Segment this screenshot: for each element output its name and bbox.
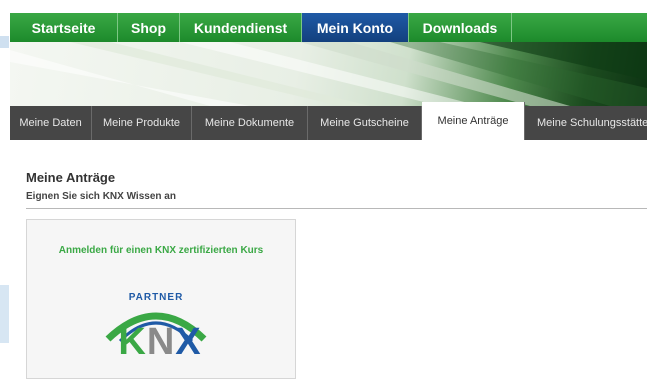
- register-course-link[interactable]: Anmelden für einen KNX zertifizierten Ku…: [27, 245, 295, 256]
- tab-meine-produkte[interactable]: Meine Produkte: [92, 106, 192, 140]
- banner-graphic: [10, 42, 647, 106]
- nav-mein-konto[interactable]: Mein Konto: [302, 13, 409, 42]
- logo-partner-text: PARTNER: [128, 292, 184, 303]
- page-title: Meine Anträge: [26, 170, 116, 185]
- tab-meine-daten[interactable]: Meine Daten: [10, 106, 92, 140]
- left-edge-accent: [0, 36, 9, 48]
- tab-meine-antraege[interactable]: Meine Anträge: [422, 102, 525, 140]
- tab-meine-dokumente[interactable]: Meine Dokumente: [192, 106, 308, 140]
- account-subtabs: Meine Daten Meine Produkte Meine Dokumen…: [10, 102, 647, 140]
- divider: [26, 208, 647, 209]
- knx-partner-logo-icon: PARTNER KNX: [100, 289, 230, 379]
- tab-meine-schulungsstaette[interactable]: Meine Schulungsstätte: [525, 106, 647, 140]
- logo-knx-text: KNX: [118, 321, 202, 363]
- nav-downloads[interactable]: Downloads: [409, 13, 512, 42]
- page-subtitle: Eignen Sie sich KNX Wissen an: [26, 191, 176, 202]
- tab-meine-gutscheine[interactable]: Meine Gutscheine: [308, 106, 422, 140]
- left-edge-accent: [0, 285, 9, 343]
- nav-kundendienst[interactable]: Kundendienst: [180, 13, 302, 42]
- nav-startseite[interactable]: Startseite: [10, 13, 118, 42]
- main-navigation: Startseite Shop Kundendienst Mein Konto …: [10, 13, 647, 42]
- course-card: Anmelden für einen KNX zertifizierten Ku…: [26, 219, 296, 379]
- nav-shop[interactable]: Shop: [118, 13, 180, 42]
- header-banner: [10, 42, 647, 106]
